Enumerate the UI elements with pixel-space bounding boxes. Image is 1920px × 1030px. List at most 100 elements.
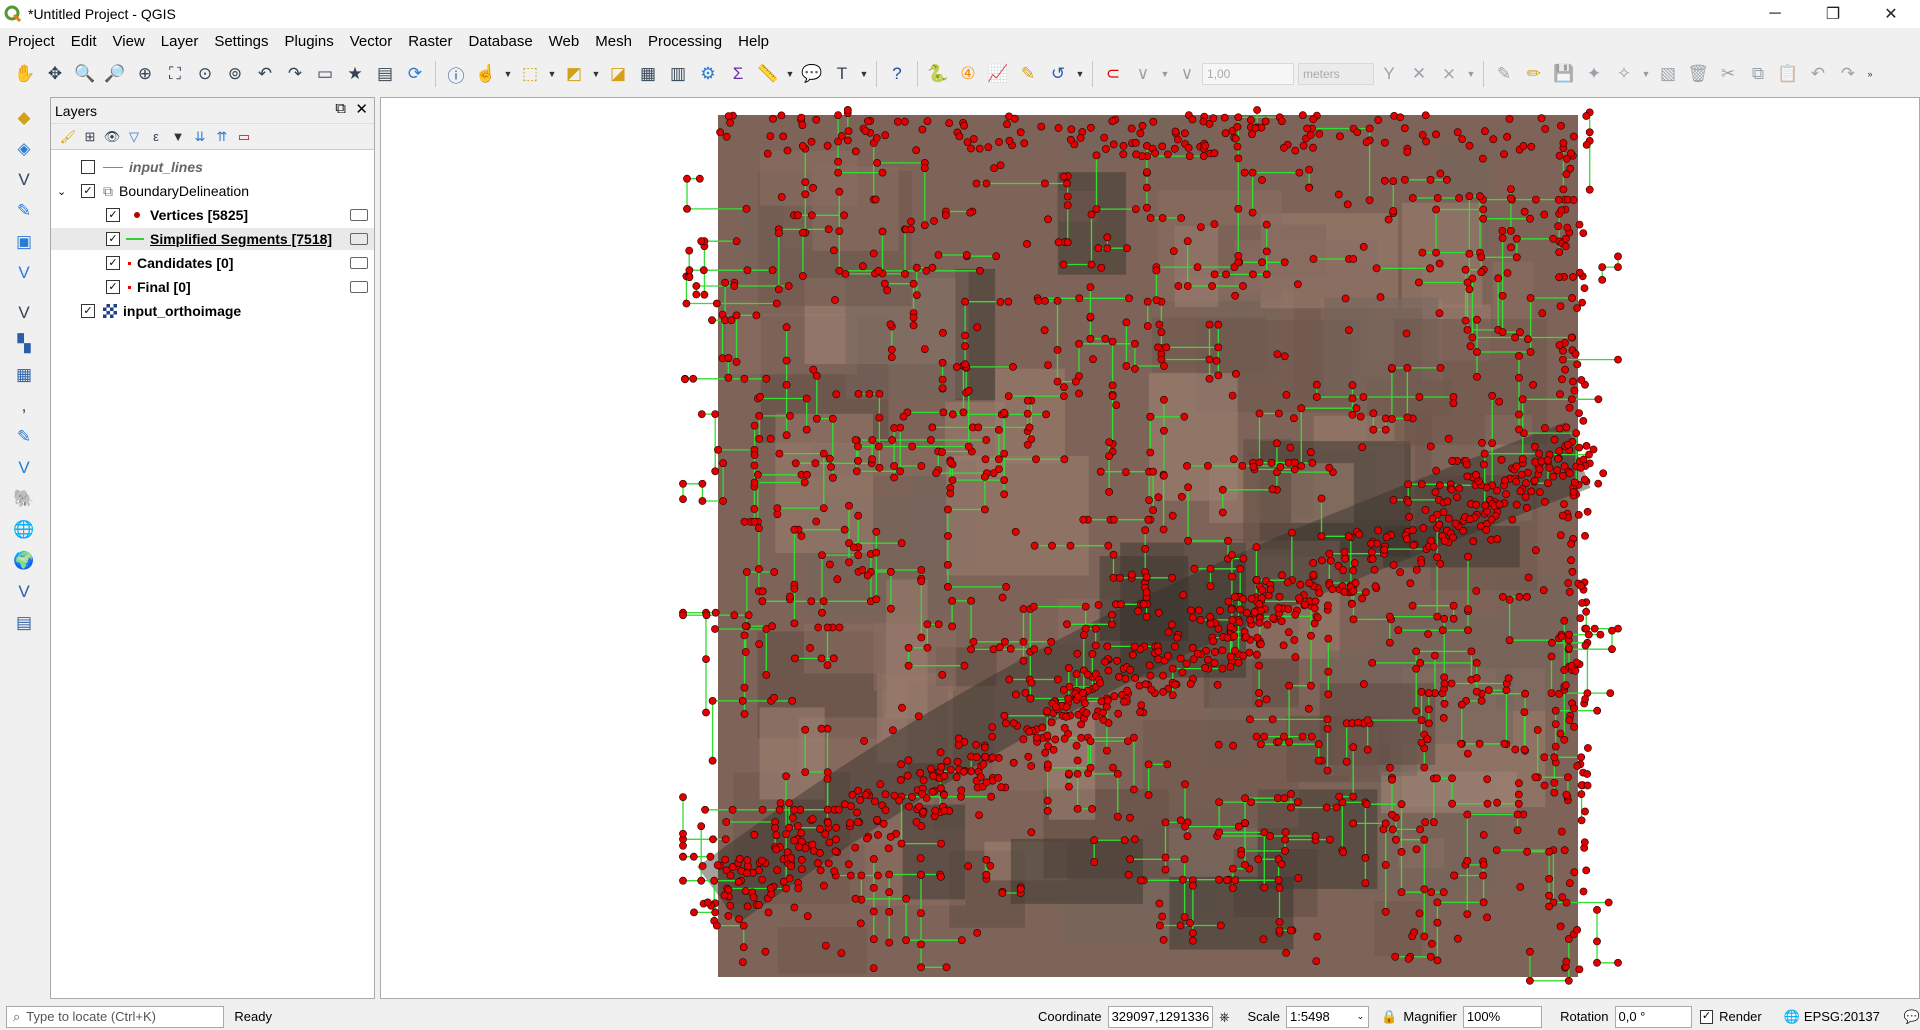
zoom-to-layer-icon[interactable]: ⊚ — [222, 61, 248, 87]
menu-edit[interactable]: Edit — [63, 33, 105, 50]
deselect-all-icon[interactable]: ◪ — [605, 61, 631, 87]
statistical-summary-icon[interactable]: Σ — [725, 61, 751, 87]
pan-to-selection-icon[interactable]: ✥ — [42, 61, 68, 87]
layer-row-vertices[interactable]: ✓ Vertices [5825] — [51, 204, 374, 226]
close-panel-icon[interactable]: ✕ — [355, 100, 368, 118]
delete-feature-icon[interactable]: ✕ — [1406, 61, 1432, 87]
menu-view[interactable]: View — [105, 33, 153, 50]
stroke-width-spinbox[interactable]: 1,00 — [1202, 63, 1294, 85]
add-wms-layer-icon[interactable]: 🌐 — [10, 517, 38, 543]
layer-row-simplified-segments[interactable]: ✓ Simplified Segments [7518] — [51, 228, 374, 250]
units-select[interactable]: meters — [1298, 63, 1374, 85]
expand-chevron-icon[interactable]: ⌄ — [57, 185, 69, 198]
expand-all-icon[interactable]: ⇊ — [190, 127, 210, 147]
layer-row-final[interactable]: ✓ Final [0] — [51, 276, 374, 298]
copy-features-icon[interactable]: ⧉ — [1745, 61, 1771, 87]
layer-row-input-orthoimage[interactable]: ✓ input_orthoimage — [51, 300, 374, 322]
magnifier-spinbox[interactable]: 100% — [1462, 1005, 1543, 1028]
chevron-down-icon[interactable]: ▼ — [1158, 61, 1172, 87]
select-features-icon[interactable]: ⬚ — [517, 61, 543, 87]
zoom-in-icon[interactable]: 🔍 — [72, 61, 98, 87]
new-shapefile-icon[interactable]: V — [10, 167, 38, 193]
new-map-view-icon[interactable]: ▭ — [312, 61, 338, 87]
menu-plugins[interactable]: Plugins — [277, 33, 342, 50]
data-source-manager-icon[interactable]: ◆ — [10, 105, 38, 131]
delete-selected-icon[interactable]: 🗑 — [1685, 61, 1711, 87]
attribute-table-icon[interactable]: ▦ — [635, 61, 661, 87]
add-oracle-layer-icon[interactable]: ▤ — [10, 610, 38, 636]
filter-indicator-icon[interactable] — [350, 209, 368, 221]
plot-chart-icon[interactable]: 📈 — [985, 61, 1011, 87]
coordinate-field[interactable]: 329097,1291336 — [1107, 1005, 1214, 1028]
refresh-icon[interactable]: ⟳ — [402, 61, 428, 87]
lock-scale-icon[interactable]: 🔒 — [1381, 1009, 1397, 1025]
style-manager-icon[interactable]: 🖌 — [58, 127, 78, 147]
edit-pencil-icon[interactable]: ✏ — [1521, 61, 1547, 87]
filter-indicator-icon[interactable] — [350, 233, 368, 245]
show-bookmarks-icon[interactable]: ▤ — [372, 61, 398, 87]
zoom-next-icon[interactable]: ↷ — [282, 61, 308, 87]
crs-button[interactable]: EPSG:20137 — [1804, 1009, 1880, 1024]
split-features-icon[interactable]: Y — [1376, 61, 1402, 87]
layer-checkbox[interactable]: ✓ — [81, 184, 95, 198]
measure-line-icon[interactable]: 📏 — [755, 61, 781, 87]
zoom-last-icon[interactable]: ↶ — [252, 61, 278, 87]
filter-indicator-icon[interactable] — [350, 281, 368, 293]
processing-toolbox-icon[interactable]: ⚙ — [695, 61, 721, 87]
manage-themes-icon[interactable]: 👁 — [102, 127, 122, 147]
close-window-button[interactable]: ✕ — [1862, 0, 1920, 28]
undo-rotate-icon[interactable]: ↺ — [1045, 61, 1071, 87]
modify-attributes-icon[interactable]: ▧ — [1655, 61, 1681, 87]
chevron-down-icon[interactable]: ▼ — [1073, 61, 1087, 87]
menu-processing[interactable]: Processing — [640, 33, 730, 50]
chevron-down-icon[interactable]: ▼ — [857, 61, 871, 87]
locator-search-input[interactable]: ⌕ Type to locate (Ctrl+K) — [6, 1005, 225, 1028]
layer-checkbox[interactable]: ✓ — [81, 304, 95, 318]
add-mesh-layer-icon[interactable]: ▦ — [10, 362, 38, 388]
vertex-tool-icon[interactable]: ∨ — [1130, 61, 1156, 87]
menu-vector[interactable]: Vector — [342, 33, 401, 50]
zoom-rubberband-icon[interactable]: ⊕ — [132, 61, 158, 87]
map-canvas[interactable] — [380, 97, 1920, 999]
layer-checkbox[interactable]: ✓ — [106, 232, 120, 246]
new-temp-layer-icon[interactable]: ▣ — [10, 229, 38, 255]
zoom-to-selection-icon[interactable]: ⊙ — [192, 61, 218, 87]
filter-expression-icon[interactable]: ε — [146, 127, 166, 147]
layer-group-boundary-delineation[interactable]: ⌄ ✓ ⧉ BoundaryDelineation — [51, 180, 374, 202]
menu-help[interactable]: Help — [730, 33, 777, 50]
text-annotation-icon[interactable]: T — [829, 61, 855, 87]
add-vector-layer-icon[interactable]: V — [10, 300, 38, 326]
layer-checkbox[interactable]: ✓ — [106, 280, 120, 294]
pan-map-icon[interactable]: ✋ — [12, 61, 38, 87]
chevron-down-icon[interactable]: ▼ — [783, 61, 797, 87]
rotation-spinbox[interactable]: 0,0 ° — [1614, 1005, 1692, 1028]
chevron-down-icon[interactable]: ▼ — [168, 127, 188, 147]
undo-icon[interactable]: ↶ — [1805, 61, 1831, 87]
move-feature-icon[interactable]: ✧ — [1611, 61, 1637, 87]
annotation-icon[interactable]: 💬 — [799, 61, 825, 87]
zoom-out-icon[interactable]: 🔎 — [102, 61, 128, 87]
filter-legend-icon[interactable]: ▽ — [124, 127, 144, 147]
menu-project[interactable]: Project — [0, 33, 63, 50]
help-icon[interactable]: ? — [884, 61, 910, 87]
maximize-button[interactable]: ❐ — [1804, 0, 1862, 28]
minimize-button[interactable]: ─ — [1746, 0, 1804, 28]
paste-features-icon[interactable]: 📋 — [1775, 61, 1801, 87]
map-tips-icon[interactable]: ☝ — [473, 61, 499, 87]
add-raster-layer-icon[interactable]: ▚ — [10, 331, 38, 357]
select-by-value-icon[interactable]: ◩ — [561, 61, 587, 87]
field-calculator-icon[interactable]: ▥ — [665, 61, 691, 87]
messages-icon[interactable]: 💬 — [1904, 1009, 1920, 1025]
mouse-coordinate-toggle-icon[interactable]: ⎈ — [1219, 1009, 1229, 1025]
python-console-icon[interactable]: 🐍 — [925, 61, 951, 87]
add-virtual-layer-icon[interactable]: V — [10, 455, 38, 481]
add-wcs-layer-icon[interactable]: 🌍 — [10, 548, 38, 574]
cut-features-icon[interactable]: ✂ — [1715, 61, 1741, 87]
menu-database[interactable]: Database — [460, 33, 540, 50]
add-group-icon[interactable]: ⊞ — [80, 127, 100, 147]
render-checkbox[interactable]: ✓ — [1699, 1009, 1714, 1024]
toggle-editing-icon[interactable]: ✎ — [1491, 61, 1517, 87]
chevron-down-icon[interactable]: ▼ — [1639, 61, 1653, 87]
layer-checkbox[interactable]: ✓ — [106, 256, 120, 270]
add-wfs-layer-icon[interactable]: V — [10, 579, 38, 605]
